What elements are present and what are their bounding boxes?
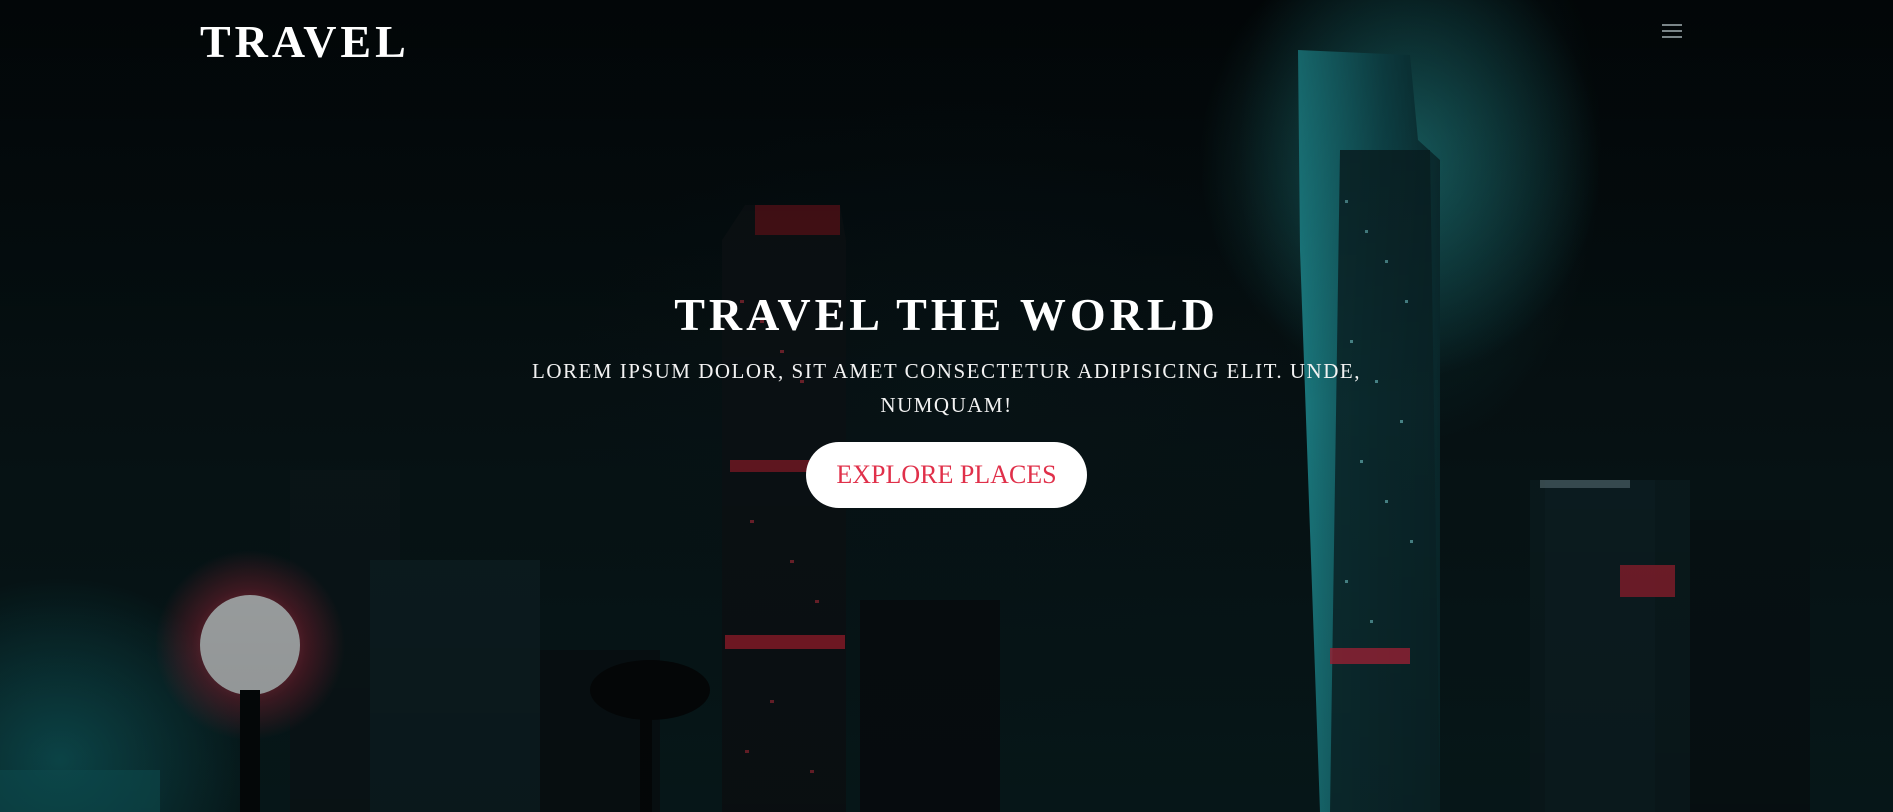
menu-line	[1662, 24, 1682, 26]
hero-content: TRAVEL THE WORLD LOREM IPSUM DOLOR, SIT …	[0, 284, 1893, 508]
menu-line	[1662, 36, 1682, 38]
explore-places-button[interactable]: EXPLORE PLACES	[806, 442, 1087, 508]
hamburger-menu-icon[interactable]	[1660, 20, 1684, 42]
menu-line	[1662, 30, 1682, 32]
hero-subtitle: LOREM IPSUM DOLOR, SIT AMET CONSECTETUR …	[532, 359, 1361, 417]
hero-title: TRAVEL THE WORLD	[674, 289, 1219, 340]
site-logo[interactable]: TRAVEL	[200, 14, 410, 69]
hero-section: TRAVEL TRAVEL THE WORLD LOREM IPSUM DOLO…	[0, 0, 1893, 812]
